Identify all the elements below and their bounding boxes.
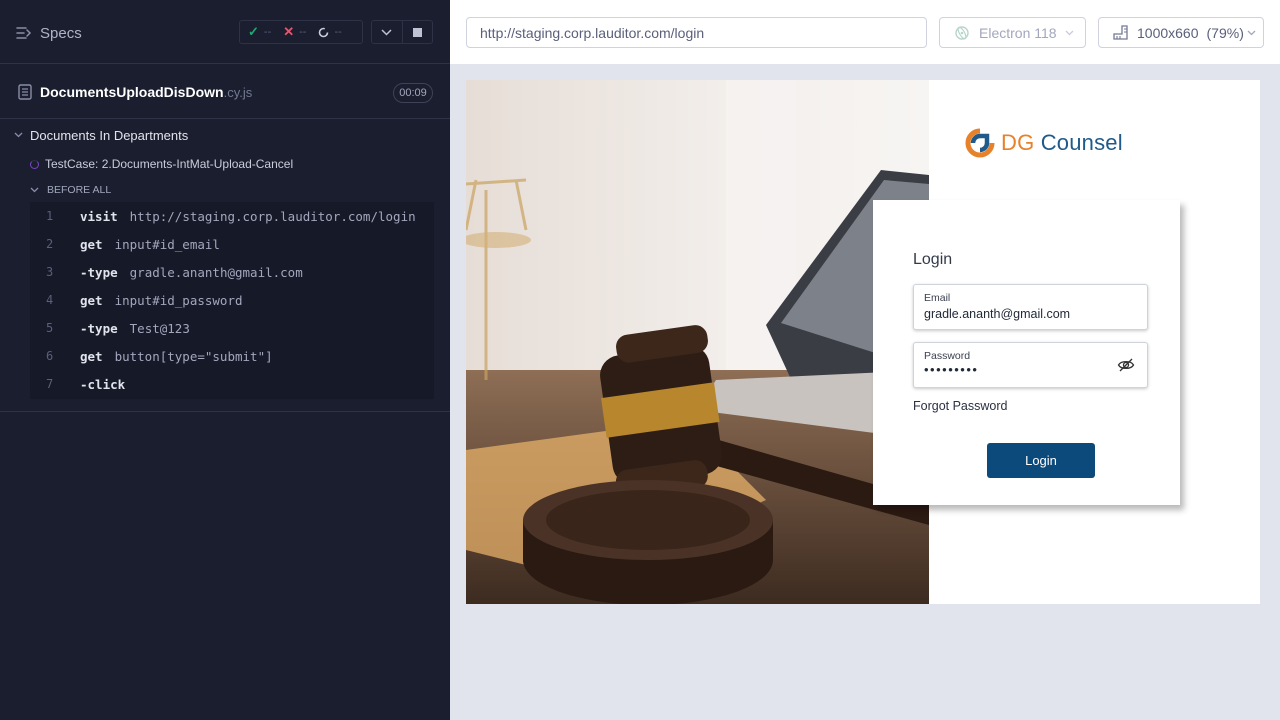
command-row[interactable]: 7 -click — [30, 370, 434, 398]
spec-duration-badge: 00:09 — [393, 83, 433, 103]
command-row[interactable]: 4 get input#id_password — [30, 286, 434, 314]
command-name: -click — [80, 376, 126, 392]
command-message: input#id_email — [114, 236, 220, 252]
command-number: 7 — [46, 377, 54, 391]
passed-stat: ✓ -- — [248, 24, 271, 40]
app-under-test: DG Counsel Login Email gradle.ananth@gma… — [466, 80, 1260, 604]
spec-file-extension: .cy.js — [223, 85, 253, 100]
pending-count: -- — [334, 26, 342, 38]
command-message: Test@123 — [129, 320, 190, 336]
before-all-hook-row[interactable]: BEFORE ALL — [0, 180, 450, 200]
viewport-selector[interactable]: 1000x660 (79%) — [1098, 17, 1264, 48]
file-icon — [18, 84, 32, 100]
chevron-down-icon — [381, 28, 393, 36]
command-name: get — [80, 236, 103, 252]
hook-title: BEFORE ALL — [47, 184, 112, 196]
hero-image — [466, 80, 929, 604]
gavel-illustration — [466, 80, 929, 604]
command-message: http://staging.corp.lauditor.com/login — [129, 208, 416, 224]
check-icon: ✓ — [248, 24, 259, 39]
pending-stat: -- — [318, 26, 342, 38]
command-row[interactable]: 5 -type Test@123 — [30, 314, 434, 342]
password-field[interactable]: Password ••••••••• — [913, 342, 1148, 388]
viewport-size: 1000x660 — [1137, 24, 1199, 41]
suite-title: Documents In Departments — [30, 127, 189, 143]
failed-stat: ✕ -- — [283, 24, 306, 40]
brand-logo-icon — [965, 128, 995, 158]
run-controls — [371, 20, 433, 44]
ruler-icon — [1113, 25, 1128, 40]
failed-count: -- — [299, 26, 307, 38]
command-message: button[type="submit"] — [114, 348, 273, 364]
command-message: input#id_password — [114, 292, 243, 308]
command-log-panel: Specs ✓ -- ✕ -- -- DocumentsUploadDisDow… — [0, 0, 450, 720]
reporter-header: Specs ✓ -- ✕ -- -- — [0, 0, 450, 64]
specs-label: Specs — [40, 24, 82, 42]
brand-prefix: DG — [1001, 130, 1035, 155]
command-name: get — [80, 292, 103, 308]
chevron-down-icon — [30, 187, 39, 193]
expand-menu-button[interactable] — [372, 21, 402, 43]
specs-toggle-button[interactable]: Specs — [16, 22, 82, 44]
login-card: Login Email gradle.ananth@gmail.com Pass… — [873, 200, 1180, 505]
command-number: 6 — [46, 349, 54, 363]
login-button[interactable]: Login — [987, 443, 1095, 478]
runner-header: http://staging.corp.lauditor.com/login E… — [450, 0, 1280, 64]
spec-file-basename: DocumentsUploadDisDown — [40, 84, 224, 100]
command-name: visit — [80, 208, 118, 224]
login-title: Login — [913, 251, 953, 268]
x-icon: ✕ — [283, 24, 295, 39]
specs-list-icon — [16, 27, 32, 39]
suite-row[interactable]: Documents In Departments — [0, 124, 450, 146]
command-number: 2 — [46, 237, 54, 251]
stop-button[interactable] — [401, 21, 432, 43]
brand-logo: DG Counsel — [965, 128, 1123, 158]
command-row[interactable]: 2 get input#id_email — [30, 230, 434, 258]
chevron-down-icon — [1247, 30, 1256, 35]
command-message: gradle.ananth@gmail.com — [129, 264, 303, 280]
browser-icon — [955, 25, 969, 40]
stop-icon — [412, 27, 422, 37]
brand-name: DG Counsel — [1001, 130, 1123, 156]
command-number: 5 — [46, 321, 54, 335]
viewport-scale: (79%) — [1206, 24, 1244, 41]
command-row[interactable]: 3 -type gradle.ananth@gmail.com — [30, 258, 434, 286]
spec-file-header: DocumentsUploadDisDown.cy.js 00:09 — [0, 65, 450, 119]
email-value: gradle.ananth@gmail.com — [924, 307, 1071, 321]
email-label: Email — [924, 292, 951, 304]
spinner-icon — [30, 159, 39, 169]
test-stats: ✓ -- ✕ -- -- — [239, 20, 363, 44]
divider — [0, 411, 450, 412]
password-label: Password — [924, 350, 971, 362]
chevron-down-icon — [1065, 30, 1074, 35]
forgot-password-link[interactable]: Forgot Password — [913, 399, 1007, 413]
command-name: get — [80, 348, 103, 364]
command-list: 1 visit http://staging.corp.lauditor.com… — [30, 202, 434, 399]
command-row[interactable]: 1 visit http://staging.corp.lauditor.com… — [30, 202, 434, 230]
passed-count: -- — [263, 26, 272, 38]
browser-name: Electron 118 — [979, 24, 1057, 41]
browser-selector[interactable]: Electron 118 — [939, 17, 1086, 48]
spec-file-name: DocumentsUploadDisDown.cy.js — [40, 84, 252, 100]
command-name: -type — [80, 320, 118, 336]
command-number: 4 — [46, 293, 54, 307]
eye-slash-icon[interactable] — [1117, 356, 1135, 374]
command-number: 1 — [46, 209, 54, 223]
brand-suffix: Counsel — [1034, 130, 1123, 155]
test-title: TestCase: 2.Documents-IntMat-Upload-Canc… — [45, 157, 294, 171]
test-row[interactable]: TestCase: 2.Documents-IntMat-Upload-Canc… — [0, 153, 450, 175]
command-name: -type — [80, 264, 118, 280]
command-number: 3 — [46, 265, 54, 279]
chevron-down-icon — [14, 132, 23, 138]
command-row[interactable]: 6 get button[type="submit"] — [30, 342, 434, 370]
password-value: ••••••••• — [924, 362, 979, 377]
url-bar[interactable]: http://staging.corp.lauditor.com/login — [466, 17, 927, 48]
email-field[interactable]: Email gradle.ananth@gmail.com — [913, 284, 1148, 330]
pending-icon — [319, 27, 329, 37]
